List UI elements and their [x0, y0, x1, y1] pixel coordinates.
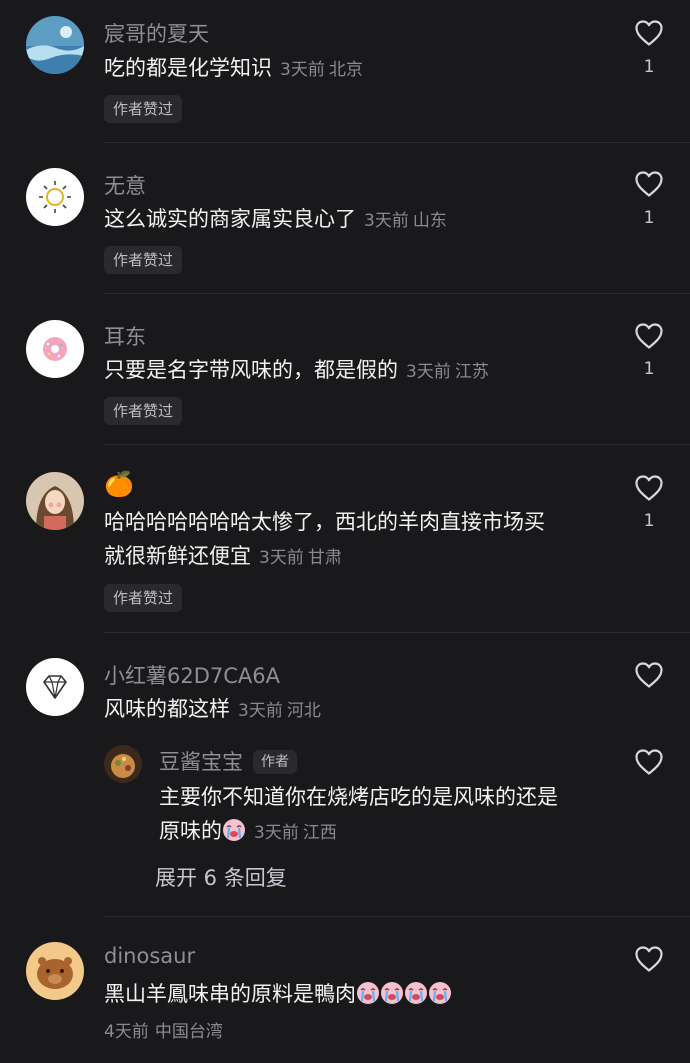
timestamp: 3天前 — [364, 211, 409, 231]
username-emoji[interactable]: 🍊 — [104, 470, 134, 498]
timestamp: 4天前 — [104, 1022, 149, 1042]
heart-outline-icon[interactable] — [634, 748, 664, 776]
username[interactable]: dinosaur — [104, 944, 195, 968]
timestamp: 3天前 — [254, 823, 299, 843]
comment-text: 这么诚实的商家属实良心了 3天前 山东 — [104, 202, 594, 238]
like-count: 1 — [643, 208, 655, 228]
heart-outline-icon[interactable] — [634, 474, 664, 502]
comment-body-line1: 哈哈哈哈哈哈哈太惨了，西北的羊肉直接市场买 — [104, 510, 545, 534]
divider — [104, 293, 690, 294]
location: 中国台湾 — [154, 1022, 223, 1042]
avatar[interactable] — [26, 16, 84, 74]
location: 山东 — [412, 211, 447, 231]
author-liked-badge: 作者赞过 — [104, 95, 183, 123]
comment-meta: 3天前 山东 — [364, 211, 447, 231]
username[interactable]: 宸哥的夏天 — [104, 18, 209, 48]
comment-meta: 3天前 河北 — [238, 701, 321, 721]
reply-text: 主要你不知道你在烧烤店吃的是风味的还是 原味的 3天前 江西 — [159, 780, 609, 850]
like-count: 1 — [643, 359, 655, 379]
comment-text: 只要是名字带风味的，都是假的 3天前 江苏 — [104, 353, 594, 389]
comment-body: 吃的都是化学知识 — [104, 56, 272, 80]
location: 江苏 — [454, 362, 489, 382]
comment-body: 黑山羊鳳味串的原料是鴨肉 — [104, 982, 356, 1006]
comment-meta: 3天前 甘肃 — [259, 548, 342, 568]
crying-emoji — [428, 981, 452, 1005]
comment-body-line2: 就很新鲜还便宜 — [104, 544, 251, 568]
comment-meta: 3天前 北京 — [280, 60, 363, 80]
crying-emoji — [356, 981, 380, 1005]
crying-emoji — [222, 818, 246, 842]
timestamp: 3天前 — [259, 548, 304, 568]
timestamp: 3天前 — [238, 701, 283, 721]
heart-outline-icon[interactable] — [634, 661, 664, 689]
heart-outline-icon[interactable] — [634, 945, 664, 973]
username[interactable]: 无意 — [104, 170, 146, 200]
location: 北京 — [328, 60, 363, 80]
author-liked-badge: 作者赞过 — [104, 246, 183, 274]
author-liked-badge: 作者赞过 — [104, 584, 183, 612]
username[interactable]: 耳东 — [104, 321, 146, 351]
avatar[interactable] — [26, 942, 84, 1000]
comment-meta: 3天前 江苏 — [406, 362, 489, 382]
author-tag: 作者 — [253, 750, 297, 774]
comment-text: 吃的都是化学知识 3天前 北京 — [104, 51, 594, 87]
avatar[interactable] — [26, 320, 84, 378]
timestamp: 3天前 — [280, 60, 325, 80]
comment-body: 只要是名字带风味的，都是假的 — [104, 358, 398, 382]
comment-text: 黑山羊鳳味串的原料是鴨肉 — [104, 977, 594, 1011]
comment-meta: 4天前 中国台湾 — [104, 1017, 223, 1042]
comment-body: 风味的都这样 — [104, 697, 230, 721]
divider — [104, 444, 690, 445]
crying-emoji — [404, 981, 428, 1005]
comment-text: 风味的都这样 3天前 河北 — [104, 692, 594, 728]
heart-outline-icon[interactable] — [634, 322, 664, 350]
author-liked-badge: 作者赞过 — [104, 397, 183, 425]
location: 江西 — [302, 823, 337, 843]
comment-text: 哈哈哈哈哈哈哈太惨了，西北的羊肉直接市场买 就很新鲜还便宜 3天前 甘肃 — [104, 505, 604, 575]
reply-body-line2: 原味的 — [159, 819, 222, 843]
avatar[interactable] — [26, 168, 84, 226]
reply-avatar[interactable] — [104, 745, 142, 783]
reply-username-row: 豆酱宝宝 作者 — [159, 746, 297, 776]
heart-outline-icon[interactable] — [634, 19, 664, 47]
expand-replies-button[interactable]: 展开 6 条回复 — [155, 862, 287, 892]
reply-meta: 3天前 江西 — [254, 823, 337, 843]
reply-body-line1: 主要你不知道你在烧烤店吃的是风味的还是 — [159, 785, 558, 809]
timestamp: 3天前 — [406, 362, 451, 382]
username[interactable]: 小红薯62D7CA6A — [104, 660, 280, 690]
divider — [104, 916, 690, 917]
comment-list: 宸哥的夏天 吃的都是化学知识 3天前 北京 作者赞过 1 无意 这么诚实的商家属实良… — [0, 0, 690, 1063]
location: 甘肃 — [307, 548, 342, 568]
like-count: 1 — [643, 57, 655, 77]
comment-body: 这么诚实的商家属实良心了 — [104, 207, 356, 231]
crying-emoji — [380, 981, 404, 1005]
like-count: 1 — [643, 511, 655, 531]
reply-username[interactable]: 豆酱宝宝 — [159, 750, 243, 774]
divider — [104, 142, 690, 143]
divider — [104, 632, 690, 633]
location: 河北 — [286, 701, 321, 721]
heart-outline-icon[interactable] — [634, 170, 664, 198]
avatar[interactable] — [26, 658, 84, 716]
avatar[interactable] — [26, 472, 84, 530]
